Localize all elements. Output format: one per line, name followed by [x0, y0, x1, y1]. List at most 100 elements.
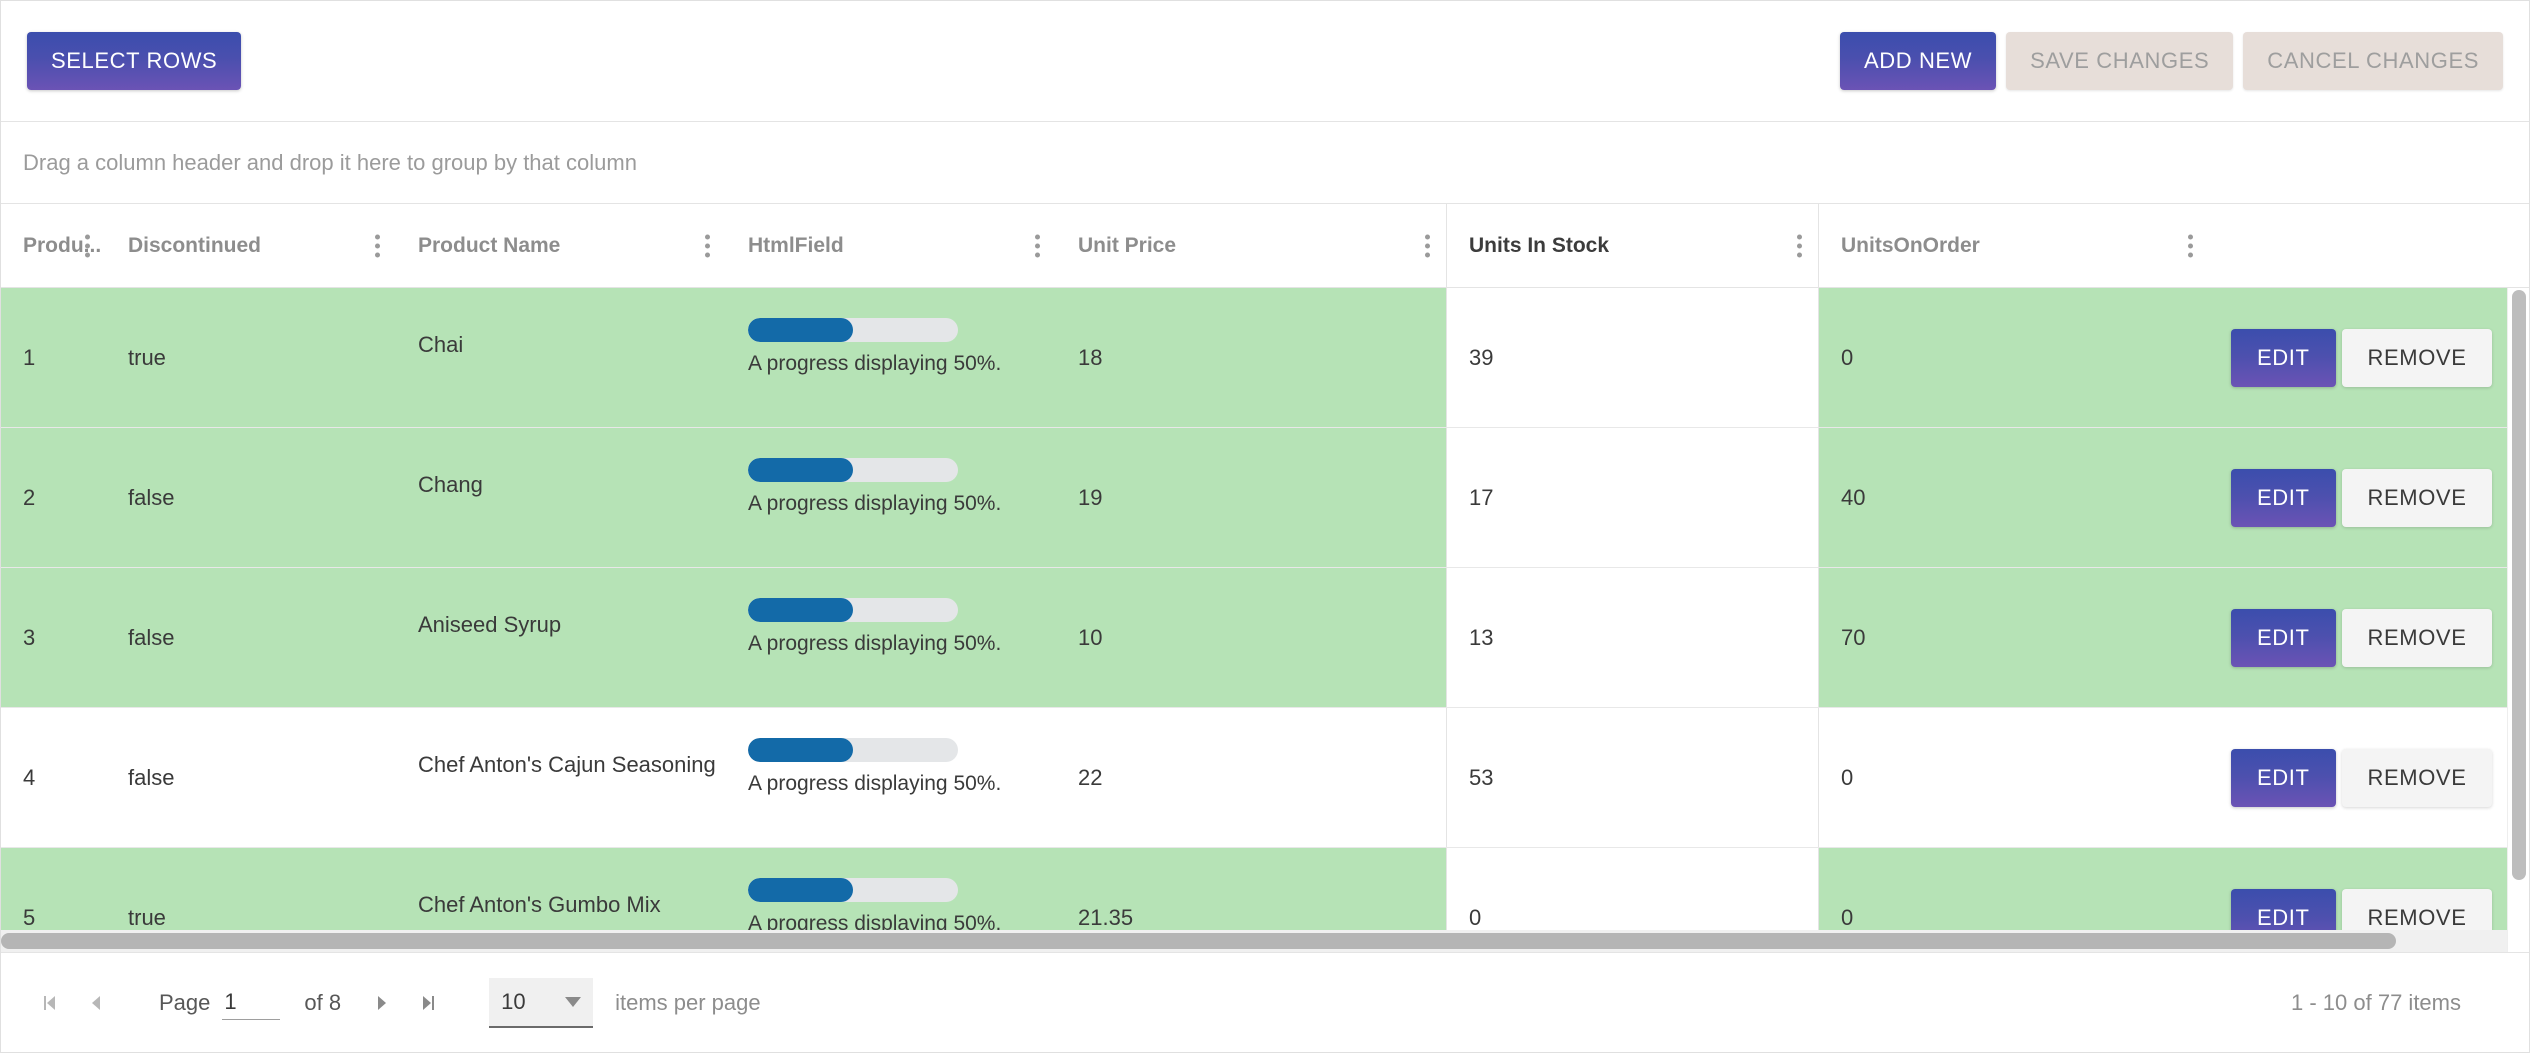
cell-units_in_stock: 39	[1446, 288, 1819, 427]
column-header-label: Unit Price	[1078, 233, 1177, 257]
cell-html-field: A progress displaying 50%.	[726, 568, 1056, 707]
select-rows-button[interactable]: SELECT ROWS	[27, 32, 242, 90]
remove-row-button[interactable]: REMOVE	[2341, 468, 2493, 527]
progress-bar	[748, 878, 958, 902]
horizontal-scrollbar-thumb[interactable]	[1, 933, 2396, 949]
cell-id: 3	[23, 624, 36, 650]
column-header-label: Product Name	[418, 233, 561, 257]
cell-discontinued: true	[128, 344, 166, 370]
vertical-scrollbar[interactable]	[2507, 288, 2529, 952]
total-pages-label: of 8	[304, 989, 342, 1015]
previous-page-icon[interactable]	[73, 980, 119, 1026]
cell-row-actions: EDIT REMOVE	[2209, 568, 2529, 707]
column-menu-icon[interactable]	[374, 234, 380, 257]
cell-html-field: A progress displaying 50%.	[726, 428, 1056, 567]
items-per-page-label: items per page	[615, 989, 761, 1015]
save-changes-button[interactable]: SAVE CHANGES	[2006, 32, 2234, 90]
toolbar-right-group: ADD NEW SAVE CHANGES CANCEL CHANGES	[1839, 32, 2503, 90]
column-header-label: Discontinued	[128, 233, 262, 257]
column-menu-icon[interactable]	[2187, 234, 2193, 257]
table-row[interactable]: 1 true Chai A progress displaying 50%. 18 39 0…	[1, 288, 2529, 428]
grid-header-row: Produ... Discontinued Product Name HtmlFiel…	[1, 204, 2529, 288]
column-header-discontinued[interactable]: Discontinued	[106, 204, 396, 287]
edit-row-button[interactable]: EDIT	[2231, 468, 2336, 527]
last-page-icon[interactable]	[405, 980, 451, 1026]
chevron-down-icon	[565, 996, 582, 1007]
page-number-input[interactable]	[222, 985, 281, 1020]
progress-bar-fill	[748, 458, 853, 482]
progress-bar	[748, 598, 958, 622]
cell-units_on_order: 0	[1841, 764, 1854, 790]
cell-html-field: A progress displaying 50%.	[726, 708, 1056, 847]
cell-discontinued: false	[128, 624, 175, 650]
column-header-product_name[interactable]: Product Name	[396, 204, 726, 287]
vertical-scrollbar-thumb[interactable]	[2512, 290, 2526, 880]
group-by-hint: Drag a column header and drop it here to…	[23, 149, 637, 175]
cell-html-field: A progress displaying 50%.	[726, 288, 1056, 427]
cell-product_name: Chef Anton's Cajun Seasoning	[418, 752, 716, 777]
column-header-id[interactable]: Produ...	[1, 204, 106, 287]
cell-unit_price: 22	[1078, 764, 1103, 790]
column-header-label: UnitsOnOrder	[1841, 233, 1980, 257]
cell-units_on_order: 40	[1841, 484, 1866, 510]
column-menu-icon[interactable]	[704, 234, 710, 257]
cell-units_in_stock: 17	[1446, 428, 1819, 567]
page-label: Page	[159, 989, 211, 1015]
cell-row-actions: EDIT REMOVE	[2209, 428, 2529, 567]
page-size-value: 10	[501, 988, 526, 1014]
column-header-label: HtmlField	[748, 233, 844, 257]
remove-row-button[interactable]: REMOVE	[2341, 608, 2493, 667]
column-menu-icon[interactable]	[1796, 234, 1802, 257]
cancel-changes-button[interactable]: CANCEL CHANGES	[2243, 32, 2503, 90]
next-page-icon[interactable]	[359, 980, 405, 1026]
grid-pager: Page of 8 10 items per page 1 - 10 of 77…	[1, 952, 2529, 1052]
table-row[interactable]: 3 false Aniseed Syrup A progress displaying…	[1, 568, 2529, 708]
progress-bar	[748, 318, 958, 342]
progress-bar-fill	[748, 738, 853, 762]
cell-product_name: Aniseed Syrup	[418, 612, 562, 637]
progress-bar	[748, 458, 958, 482]
cell-discontinued: false	[128, 484, 175, 510]
column-header-units_on_order[interactable]: UnitsOnOrder	[1819, 204, 2209, 287]
column-header-units_in_stock[interactable]: Units In Stock	[1446, 204, 1819, 287]
cell-units_on_order: 0	[1841, 344, 1854, 370]
data-grid: SELECT ROWS ADD NEW SAVE CHANGES CANCEL …	[0, 0, 2530, 1053]
cell-unit_price: 10	[1078, 624, 1103, 650]
progress-bar-fill	[748, 878, 853, 902]
cell-units_in_stock: 13	[1446, 568, 1819, 707]
column-menu-icon[interactable]	[1034, 234, 1040, 257]
table-row[interactable]: 2 false Chang A progress displaying 50%. 19 1…	[1, 428, 2529, 568]
column-header-unit_price[interactable]: Unit Price	[1056, 204, 1446, 287]
edit-row-button[interactable]: EDIT	[2231, 608, 2336, 667]
progress-caption: A progress displaying 50%.	[748, 772, 1002, 795]
cell-product_name: Chang	[418, 472, 483, 497]
progress-caption: A progress displaying 50%.	[748, 352, 1002, 375]
column-header-actions[interactable]	[2209, 204, 2529, 287]
cell-units_in_stock: 53	[1446, 708, 1819, 847]
column-menu-icon[interactable]	[84, 234, 90, 257]
remove-row-button[interactable]: REMOVE	[2341, 748, 2493, 807]
first-page-icon[interactable]	[27, 980, 73, 1026]
remove-row-button[interactable]: REMOVE	[2341, 328, 2493, 387]
column-menu-icon[interactable]	[1424, 234, 1430, 257]
cell-discontinued: false	[128, 764, 175, 790]
horizontal-scrollbar[interactable]	[1, 930, 2507, 952]
pager-range-info: 1 - 10 of 77 items	[2291, 989, 2461, 1015]
grid-body: 1 true Chai A progress displaying 50%. 18 39 0…	[1, 288, 2529, 952]
progress-caption: A progress displaying 50%.	[748, 492, 1002, 515]
column-header-html_field[interactable]: HtmlField	[726, 204, 1056, 287]
add-new-button[interactable]: ADD NEW	[1839, 32, 1997, 90]
progress-caption: A progress displaying 50%.	[748, 632, 1002, 655]
cell-id: 1	[23, 344, 36, 370]
edit-row-button[interactable]: EDIT	[2231, 328, 2336, 387]
edit-row-button[interactable]: EDIT	[2231, 748, 2336, 807]
cell-row-actions: EDIT REMOVE	[2209, 708, 2529, 847]
cell-row-actions: EDIT REMOVE	[2209, 288, 2529, 427]
cell-unit_price: 18	[1078, 344, 1103, 370]
table-row[interactable]: 4 false Chef Anton's Cajun Seasoning A prog…	[1, 708, 2529, 848]
page-size-select[interactable]: 10	[489, 977, 594, 1028]
cell-product_name: Chai	[418, 332, 464, 357]
group-by-dropzone[interactable]: Drag a column header and drop it here to…	[1, 122, 2529, 204]
progress-bar-fill	[748, 318, 853, 342]
grid-toolbar: SELECT ROWS ADD NEW SAVE CHANGES CANCEL …	[1, 1, 2529, 122]
